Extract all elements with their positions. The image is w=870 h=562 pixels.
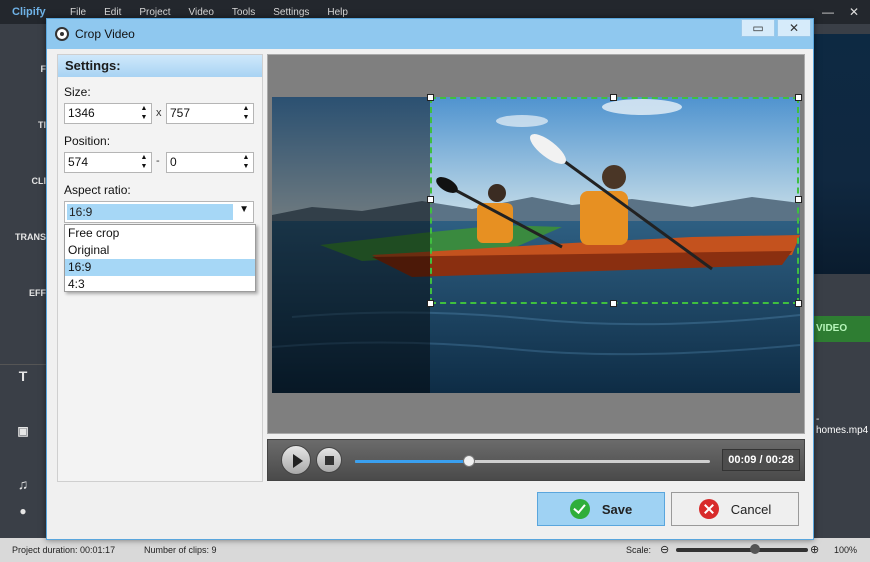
save-button[interactable]: Save: [537, 492, 665, 526]
voice-track-icon: ●: [19, 504, 27, 518]
crop-outside-overlay: [272, 97, 430, 393]
side-tool-transitions[interactable]: TRANS: [0, 232, 48, 242]
position-x-input[interactable]: 574 ▲ ▼: [64, 152, 152, 173]
zoom-slider-thumb[interactable]: [750, 544, 761, 554]
app-brand: Clipify: [12, 6, 46, 18]
seek-progress: [355, 460, 469, 463]
make-video-button[interactable]: VIDEO: [812, 316, 870, 342]
play-button[interactable]: [281, 445, 311, 475]
checkmark-icon: [569, 499, 590, 519]
close-icon[interactable]: ✕: [777, 19, 811, 37]
crop-handle-top[interactable]: [610, 94, 617, 101]
player-controls: 00:09 / 00:28: [267, 439, 805, 481]
app-left-toolbar: F TI CLI TRANS EFF T ▣ ♫ ●: [0, 24, 48, 538]
dialog-title-bar[interactable]: Crop Video ▭ ✕: [47, 19, 813, 49]
cancel-x-icon: [698, 499, 719, 519]
crop-video-dialog: Crop Video ▭ ✕ Settings: Size: 1346 ▲ ▼ …: [46, 18, 814, 540]
height-input[interactable]: 757 ▲ ▼: [166, 103, 254, 124]
aspect-option-free-crop[interactable]: Free crop: [65, 225, 255, 242]
film-reel-icon: [55, 27, 69, 41]
crop-handle-bottom[interactable]: [610, 300, 617, 307]
pos-x-down-arrow-icon[interactable]: ▼: [140, 163, 148, 171]
dialog-title: Crop Video: [75, 27, 135, 41]
seek-bar[interactable]: [355, 455, 710, 467]
position-y-input[interactable]: 0 ▲ ▼: [166, 152, 254, 173]
height-value: 757: [170, 106, 191, 120]
menu-help[interactable]: Help: [327, 7, 348, 18]
width-value: 1346: [68, 106, 95, 120]
crop-frame[interactable]: [427, 94, 802, 307]
position-separator: -: [156, 155, 160, 167]
menu-project[interactable]: Project: [139, 7, 170, 18]
position-label: Position:: [64, 134, 111, 148]
cancel-label: Cancel: [730, 501, 772, 517]
menu-tools[interactable]: Tools: [232, 7, 255, 18]
crop-handle-bottom-right[interactable]: [795, 300, 802, 307]
project-duration: Project duration: 00:01:17: [12, 545, 116, 555]
pos-y-down-arrow-icon[interactable]: ▼: [242, 163, 250, 171]
crop-preview-area: [267, 54, 805, 434]
zoom-slider-track[interactable]: [676, 548, 808, 552]
app-close-icon[interactable]: ✕: [842, 0, 866, 24]
side-tool-files[interactable]: F: [0, 64, 48, 74]
size-label: Size:: [64, 85, 91, 99]
height-down-arrow-icon[interactable]: ▼: [242, 114, 250, 122]
menu-video[interactable]: Video: [188, 7, 213, 18]
clip-count: Number of clips: 9: [144, 545, 217, 555]
video-track-icon: ▣: [17, 424, 29, 438]
position-y-value: 0: [170, 155, 177, 169]
menu-settings[interactable]: Settings: [273, 7, 309, 18]
menu-file[interactable]: File: [70, 7, 86, 18]
play-icon: [293, 454, 303, 468]
menu-edit[interactable]: Edit: [104, 7, 121, 18]
aspect-ratio-label: Aspect ratio:: [64, 183, 131, 197]
aspect-ratio-select[interactable]: 16:9 ▼: [64, 201, 254, 223]
aspect-ratio-dropdown: Free crop Original 16:9 4:3: [64, 224, 256, 292]
text-track-icon: T: [18, 368, 28, 384]
width-down-arrow-icon[interactable]: ▼: [140, 114, 148, 122]
app-status-bar: Project duration: 00:01:17 Number of cli…: [0, 538, 870, 562]
time-display: 00:09 / 00:28: [722, 449, 800, 471]
zoom-percent: 100%: [834, 545, 858, 555]
app-preview-thumbnail: [812, 34, 870, 274]
app-minimize-icon[interactable]: —: [816, 0, 840, 24]
zoom-out-icon[interactable]: ⊖: [660, 538, 669, 562]
crop-handle-left[interactable]: [427, 196, 434, 203]
side-tool-titles[interactable]: TI: [0, 120, 48, 130]
side-tool-clips[interactable]: CLI: [0, 176, 48, 186]
crop-handle-right[interactable]: [795, 196, 802, 203]
aspect-ratio-value: 16:9: [67, 204, 233, 220]
width-up-arrow-icon[interactable]: ▲: [140, 105, 148, 113]
crop-handle-top-right[interactable]: [795, 94, 802, 101]
width-input[interactable]: 1346 ▲ ▼: [64, 103, 152, 124]
stop-button[interactable]: [316, 447, 342, 473]
stop-icon: [325, 456, 334, 465]
chevron-down-icon[interactable]: ▼: [239, 204, 249, 215]
pos-y-up-arrow-icon[interactable]: ▲: [242, 154, 250, 162]
position-x-value: 574: [68, 155, 89, 169]
crop-handle-bottom-left[interactable]: [427, 300, 434, 307]
settings-panel: Settings: Size: 1346 ▲ ▼ x 757 ▲ ▼ Posit…: [57, 54, 263, 482]
pos-x-up-arrow-icon[interactable]: ▲: [140, 154, 148, 162]
timeline-divider: [0, 364, 48, 365]
zoom-in-icon[interactable]: ⊕: [810, 538, 819, 562]
size-separator: x: [156, 107, 162, 119]
maximize-icon[interactable]: ▭: [741, 19, 775, 37]
timeline-clip-name: -homes.mp4: [816, 414, 869, 436]
aspect-option-4-3[interactable]: 4:3: [65, 276, 255, 293]
save-label: Save: [601, 501, 633, 517]
settings-header: Settings:: [58, 55, 262, 77]
music-track-icon: ♫: [17, 476, 29, 492]
cancel-button[interactable]: Cancel: [671, 492, 799, 526]
aspect-option-16-9[interactable]: 16:9: [65, 259, 255, 276]
crop-handle-top-left[interactable]: [427, 94, 434, 101]
scale-label: Scale:: [626, 545, 652, 555]
seek-thumb[interactable]: [462, 455, 475, 467]
aspect-option-original[interactable]: Original: [65, 242, 255, 259]
side-tool-effects[interactable]: EFF: [0, 288, 48, 298]
height-up-arrow-icon[interactable]: ▲: [242, 105, 250, 113]
